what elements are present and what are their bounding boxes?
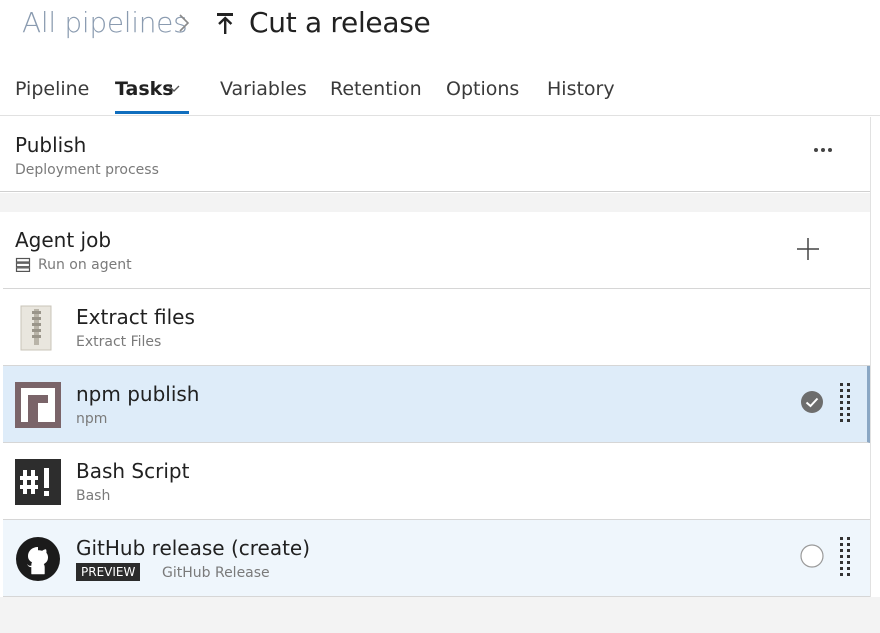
task-row-npm-publish[interactable]: npm publish npm (3, 366, 870, 443)
drag-handle-icon[interactable] (838, 382, 852, 426)
tab-tasks[interactable]: Tasks (115, 78, 174, 100)
task-row-bash-script[interactable]: Bash Script Bash (3, 443, 870, 520)
bash-icon (15, 459, 61, 505)
github-icon (16, 537, 60, 581)
enable-task-checkbox-checked-icon[interactable] (800, 390, 824, 414)
task-title: npm publish (76, 382, 200, 406)
task-subtitle: Extract Files (76, 334, 162, 350)
more-dot-icon (821, 148, 825, 152)
tab-pipeline[interactable]: Pipeline (15, 78, 89, 100)
page-title: Cut a release (249, 6, 431, 39)
stage-subtitle: Deployment process (15, 162, 159, 178)
chevron-down-icon[interactable] (167, 84, 181, 94)
section-divider (0, 193, 870, 212)
add-task-button[interactable] (795, 236, 821, 262)
more-dot-icon (814, 148, 818, 152)
task-subtitle: Bash (76, 488, 111, 504)
active-tab-indicator (115, 111, 189, 114)
stage-title: Publish (15, 133, 87, 157)
tab-options[interactable]: Options (446, 78, 519, 100)
chevron-right-icon (179, 14, 190, 32)
task-row-extract-files[interactable]: Extract files Extract Files (3, 289, 870, 366)
more-options-button[interactable] (808, 139, 838, 161)
page-header: All pipelines Cut a release (0, 0, 880, 58)
tab-variables[interactable]: Variables (220, 78, 307, 100)
zip-file-icon (20, 305, 52, 351)
tab-bar: Pipeline Tasks Variables Retention Optio… (0, 62, 880, 116)
agent-job-row[interactable]: Agent job Run on agent (3, 212, 870, 289)
tab-history[interactable]: History (547, 78, 615, 100)
stage-header[interactable]: Publish Deployment process (0, 117, 870, 192)
npm-icon (15, 382, 61, 428)
agent-job-title: Agent job (15, 228, 112, 252)
agent-job-subtitle: Run on agent (38, 257, 132, 273)
tab-retention[interactable]: Retention (330, 78, 422, 100)
breadcrumb-all-pipelines-link[interactable]: All pipelines (22, 6, 188, 39)
task-subtitle: npm (76, 411, 108, 427)
task-row-github-release[interactable]: GitHub release (create) PREVIEW GitHub R… (3, 520, 870, 597)
release-pipeline-icon (217, 13, 233, 34)
drag-handle-icon[interactable] (838, 536, 852, 580)
task-subtitle: GitHub Release (162, 565, 270, 581)
empty-area (0, 597, 880, 633)
preview-badge: PREVIEW (76, 563, 141, 581)
more-dot-icon (828, 148, 832, 152)
panel-border (870, 117, 871, 597)
task-title: Extract files (76, 305, 195, 329)
enable-task-checkbox-unchecked-icon[interactable] (800, 544, 824, 568)
task-title: GitHub release (create) (76, 536, 311, 560)
task-title: Bash Script (76, 459, 190, 483)
server-icon (15, 257, 31, 272)
